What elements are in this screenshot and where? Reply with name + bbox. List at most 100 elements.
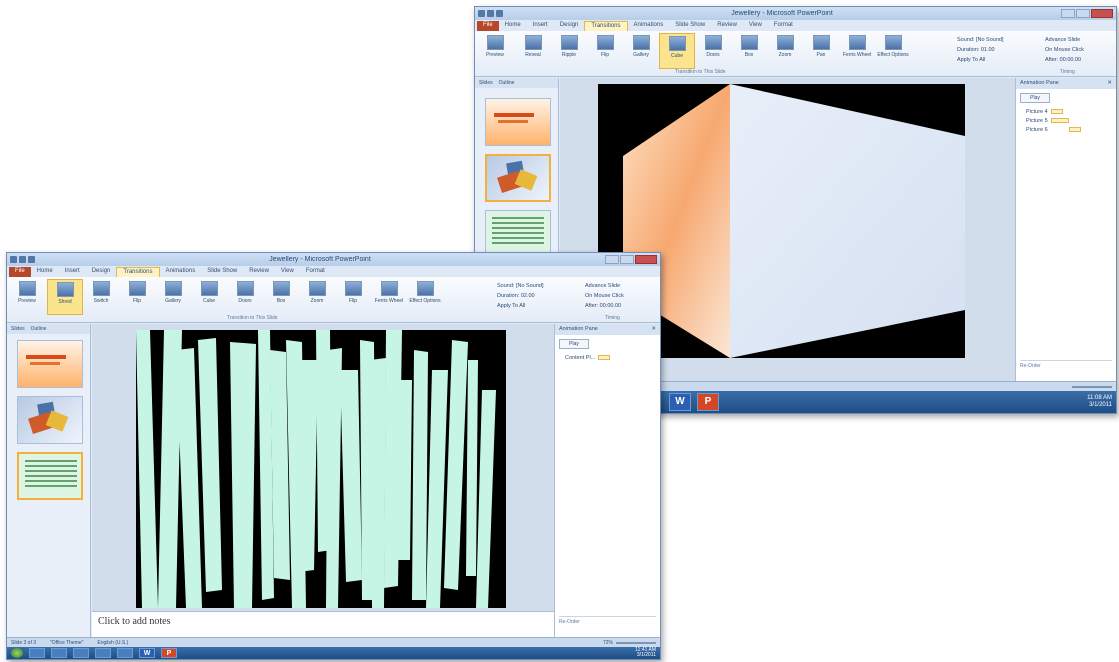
animation-item[interactable]: Picture 4 (1016, 107, 1116, 116)
transition-flip-2[interactable]: Flip (335, 279, 371, 315)
transition-doors[interactable]: Doors (227, 279, 263, 315)
tab-slide-show[interactable]: Slide Show (669, 21, 711, 31)
tab-transitions[interactable]: Transitions (584, 21, 628, 31)
animation-item[interactable]: Picture 5 (1016, 116, 1116, 125)
tab-home[interactable]: Home (31, 267, 59, 277)
taskbar-powerpoint-icon[interactable]: P (697, 393, 719, 411)
tab-animations[interactable]: Animations (628, 21, 670, 31)
tab-design[interactable]: Design (86, 267, 117, 277)
taskbar-skype-icon[interactable] (95, 648, 111, 658)
maximize-icon[interactable] (620, 255, 634, 264)
tab-animations[interactable]: Animations (160, 267, 202, 277)
start-button-icon[interactable] (11, 648, 23, 658)
tab-outline[interactable]: Outline (31, 326, 47, 332)
transition-switch[interactable]: Switch (83, 279, 119, 315)
tab-format[interactable]: Format (768, 21, 799, 31)
powerpoint-window-front[interactable]: Jewellery - Microsoft PowerPoint File Ho… (6, 252, 661, 660)
tab-file[interactable]: File (9, 267, 31, 277)
taskbar-ie-icon[interactable] (29, 648, 45, 658)
transition-gallery-item[interactable]: Gallery (155, 279, 191, 315)
slide-thumbnail-2[interactable] (17, 396, 83, 444)
tab-design[interactable]: Design (554, 21, 585, 31)
slide-thumbnail-3[interactable] (485, 210, 551, 258)
preview-button[interactable]: Preview (9, 279, 45, 315)
transition-cube[interactable]: Cube (191, 279, 227, 315)
window-controls[interactable] (605, 255, 657, 264)
window-controls[interactable] (1061, 9, 1113, 18)
taskbar-chrome-icon[interactable] (117, 648, 133, 658)
slide-thumbnail-1[interactable] (17, 340, 83, 388)
transition-box[interactable]: Box (263, 279, 299, 315)
play-button[interactable]: Play (559, 339, 589, 349)
slide-canvas[interactable] (136, 330, 506, 608)
tab-file[interactable]: File (477, 21, 499, 31)
transition-reveal[interactable]: Reveal (515, 33, 551, 69)
taskbar-clock[interactable]: 11:08 AM 3/1/2011 (1087, 395, 1112, 409)
after-checkbox[interactable]: After: 00:00.00 (1045, 55, 1084, 65)
apply-to-all-button[interactable]: Apply To All (497, 301, 543, 311)
sound-dropdown[interactable]: Sound: [No Sound] (497, 281, 543, 291)
on-mouse-click-checkbox[interactable]: On Mouse Click (1045, 45, 1084, 55)
taskbar-word-icon[interactable]: W (139, 648, 155, 658)
animation-item[interactable]: Picture 6 (1016, 125, 1116, 134)
taskbar-explorer-icon[interactable] (51, 648, 67, 658)
tab-format[interactable]: Format (300, 267, 331, 277)
effect-options-button[interactable]: Effect Options (875, 33, 911, 69)
transition-pan[interactable]: Pan (803, 33, 839, 69)
taskbar-word-icon[interactable]: W (669, 393, 691, 411)
preview-button[interactable]: Preview (477, 33, 513, 69)
close-icon[interactable] (1091, 9, 1113, 18)
duration-field[interactable]: Duration: 02.00 (497, 291, 543, 301)
quick-access-toolbar[interactable] (10, 256, 35, 263)
zoom-slider[interactable]: 72% (603, 640, 656, 646)
tab-transitions[interactable]: Transitions (116, 267, 160, 277)
language[interactable]: English (U.S.) (97, 640, 128, 646)
tab-insert[interactable]: Insert (59, 267, 86, 277)
slide-thumbnail-3[interactable] (17, 452, 83, 500)
minimize-icon[interactable] (1061, 9, 1075, 18)
tab-review[interactable]: Review (711, 21, 743, 31)
transition-shred[interactable]: Shred (47, 279, 83, 315)
transition-box[interactable]: Box (731, 33, 767, 69)
minimize-icon[interactable] (605, 255, 619, 264)
animation-item[interactable]: Content Pl... (555, 353, 660, 362)
transition-ferris-wheel[interactable]: Ferris Wheel (839, 33, 875, 69)
transition-ripple[interactable]: Ripple (551, 33, 587, 69)
tab-view[interactable]: View (275, 267, 300, 277)
apply-to-all-button[interactable]: Apply To All (957, 55, 1003, 65)
taskbar-powerpoint-icon[interactable]: P (161, 648, 177, 658)
taskbar-clock[interactable]: 11:41 AM 3/1/2011 (635, 648, 656, 658)
tab-slide-show[interactable]: Slide Show (201, 267, 243, 277)
tab-insert[interactable]: Insert (527, 21, 554, 31)
effect-options-button[interactable]: Effect Options (407, 279, 443, 315)
close-pane-icon[interactable]: ✕ (651, 326, 656, 333)
tab-view[interactable]: View (743, 21, 768, 31)
transition-gallery-item[interactable]: Gallery (623, 33, 659, 69)
transition-ferris-wheel[interactable]: Ferris Wheel (371, 279, 407, 315)
on-mouse-click-checkbox[interactable]: On Mouse Click (585, 291, 624, 301)
tab-outline[interactable]: Outline (499, 80, 515, 86)
tab-slides[interactable]: Slides (11, 326, 25, 332)
play-button[interactable]: Play (1020, 93, 1050, 103)
tab-review[interactable]: Review (243, 267, 275, 277)
quick-access-toolbar[interactable] (478, 10, 503, 17)
duration-field[interactable]: Duration: 01.00 (957, 45, 1003, 55)
notes-pane[interactable]: Click to add notes (92, 611, 554, 637)
transition-flip[interactable]: Flip (587, 33, 623, 69)
tab-slides[interactable]: Slides (479, 80, 493, 86)
slide-thumbnail-1[interactable] (485, 98, 551, 146)
transition-zoom[interactable]: Zoom (299, 279, 335, 315)
transition-flip[interactable]: Flip (119, 279, 155, 315)
sound-dropdown[interactable]: Sound: [No Sound] (957, 35, 1003, 45)
slide-thumbnail-2[interactable] (485, 154, 551, 202)
transition-zoom[interactable]: Zoom (767, 33, 803, 69)
close-icon[interactable] (635, 255, 657, 264)
close-pane-icon[interactable]: ✕ (1107, 80, 1112, 87)
tab-home[interactable]: Home (499, 21, 527, 31)
maximize-icon[interactable] (1076, 9, 1090, 18)
taskbar-media-icon[interactable] (73, 648, 89, 658)
transition-doors[interactable]: Doors (695, 33, 731, 69)
transition-cube[interactable]: Cube (659, 33, 695, 69)
after-checkbox[interactable]: After: 00:00.00 (585, 301, 624, 311)
zoom-slider[interactable] (1072, 385, 1112, 388)
